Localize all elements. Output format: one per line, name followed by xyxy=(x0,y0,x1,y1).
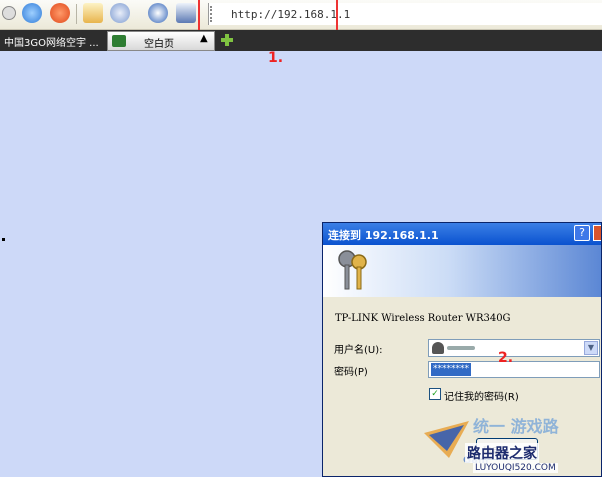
stop-icon[interactable] xyxy=(50,3,70,23)
chevron-down-icon[interactable]: ▼ xyxy=(584,341,598,355)
device-name: TP-LINK Wireless Router WR340G xyxy=(335,313,511,324)
watermark-url: LUYOUQI520.COM xyxy=(473,463,558,473)
help-button[interactable]: ? xyxy=(574,225,590,241)
username-label: 用户名(U): xyxy=(334,345,383,356)
password-label: 密码(P) xyxy=(334,367,368,378)
page-dot xyxy=(2,238,5,241)
password-field[interactable]: ******** xyxy=(428,361,600,378)
new-tab-icon[interactable] xyxy=(221,34,233,46)
annotation-marker-2: 2. xyxy=(498,350,514,366)
keys-icon xyxy=(338,250,367,290)
tab-active-label: 空白页 xyxy=(144,39,174,50)
password-value: ******** xyxy=(431,363,471,376)
undo-icon[interactable] xyxy=(110,3,130,23)
username-value xyxy=(447,346,475,350)
tab-active[interactable]: 空白页 ▲ xyxy=(107,31,215,51)
clock-icon[interactable] xyxy=(148,3,168,23)
toolbar-separator xyxy=(76,4,77,24)
home-icon[interactable] xyxy=(83,3,103,23)
watermark-site-name: 路由器之家 xyxy=(465,443,539,463)
window-icon[interactable] xyxy=(176,3,196,23)
tab-close-icon[interactable]: ▲ xyxy=(200,33,208,44)
remember-label: 记住我的密码(R) xyxy=(444,392,519,403)
tab-inactive[interactable]: 中国3GO网络空宇 ... xyxy=(0,30,106,51)
close-button[interactable] xyxy=(593,225,601,241)
login-dialog: 连接到 192.168.1.1 ? TP-LINK Wireless Route… xyxy=(322,222,602,477)
username-field[interactable]: ▼ xyxy=(428,339,600,357)
remember-checkbox[interactable]: ✓ xyxy=(429,388,441,400)
dialog-title: 连接到 192.168.1.1 xyxy=(323,223,601,245)
tab-strip: 中国3GO网络空宇 ... 空白页 ▲ xyxy=(0,30,602,51)
watermark-cn: 统一 游戏路 xyxy=(473,417,559,436)
browser-toolbar: http://192.168.1.1 xyxy=(0,0,602,38)
history-dropdown-icon[interactable] xyxy=(2,6,16,20)
annotation-marker-1: 1. xyxy=(268,50,284,66)
user-icon xyxy=(432,342,444,354)
page-icon xyxy=(112,35,126,47)
refresh-icon[interactable] xyxy=(22,3,42,23)
